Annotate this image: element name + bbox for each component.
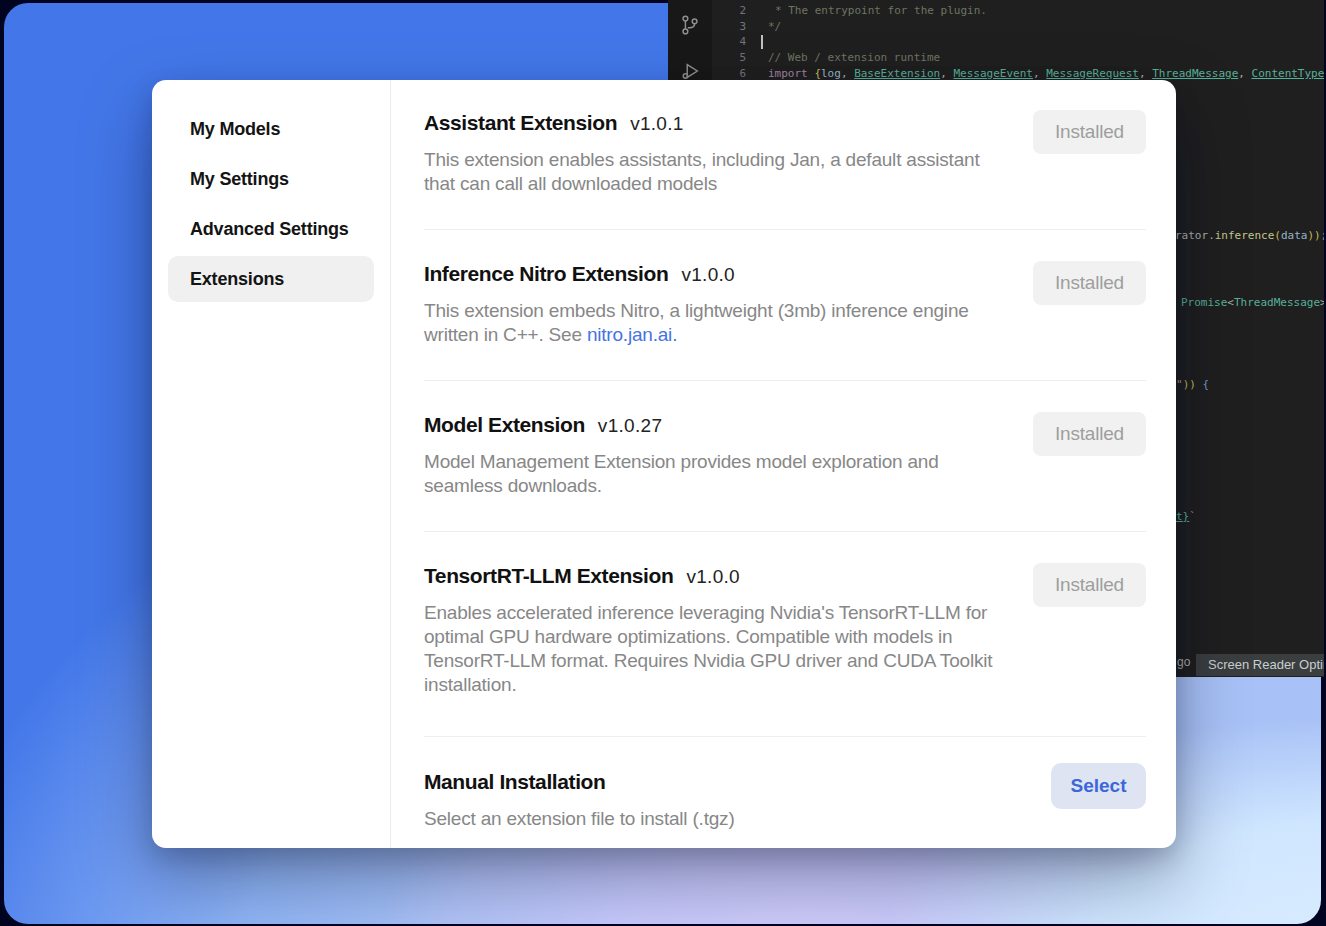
- line-number: 2: [668, 3, 746, 19]
- extension-version: v1.0.0: [681, 264, 735, 285]
- extension-version: v1.0.27: [598, 415, 662, 436]
- extension-title: Manual Installation: [424, 770, 605, 793]
- keyword-import: import: [768, 67, 808, 80]
- extensions-list: Assistant Extension v1.0.1 This extension…: [391, 80, 1176, 848]
- comment-text: // Web / extension runtime: [768, 51, 940, 64]
- extension-description: Enables accelerated inference leveraging…: [424, 601, 1014, 697]
- line-number: 5: [668, 50, 746, 66]
- extension-title: Inference Nitro Extension: [424, 262, 668, 285]
- extension-title-line: Assistant Extension v1.0.1: [424, 112, 1014, 134]
- sidebar-item-advanced-settings[interactable]: Advanced Settings: [168, 206, 374, 252]
- extension-title: TensortRT-LLM Extension: [424, 564, 673, 587]
- extension-title: Model Extension: [424, 413, 585, 436]
- comment-text: */: [768, 20, 781, 33]
- installed-button-model[interactable]: Installed: [1033, 412, 1146, 456]
- code-line-2: * The entrypoint for the plugin.: [775, 3, 987, 19]
- settings-modal: My Models My Settings Advanced Settings …: [152, 80, 1176, 848]
- extension-title: Assistant Extension: [424, 111, 617, 134]
- extension-description: This extension embeds Nitro, a lightweig…: [424, 299, 1014, 347]
- settings-sidebar: My Models My Settings Advanced Settings …: [152, 80, 391, 848]
- extension-title-line: TensortRT-LLM Extension v1.0.0: [424, 565, 1014, 587]
- text-cursor: [761, 35, 763, 49]
- extension-row-nitro: Inference Nitro Extension v1.0.0 This ext…: [424, 230, 1146, 381]
- extension-description: Model Management Extension provides mode…: [424, 450, 1014, 498]
- sidebar-item-my-models[interactable]: My Models: [168, 106, 374, 152]
- extension-row-tensorrt: TensortRT-LLM Extension v1.0.0 Enables ac…: [424, 532, 1146, 737]
- installed-button-nitro[interactable]: Installed: [1033, 261, 1146, 305]
- code-fragment-inference: rator.inference(data));: [1175, 228, 1324, 244]
- extension-row-assistant: Assistant Extension v1.0.1 This extension…: [424, 112, 1146, 230]
- extension-description: Select an extension file to install (.tg…: [424, 807, 1014, 831]
- comment-text: * The entrypoint for the plugin.: [775, 4, 987, 17]
- code-fragment-promise: Promise<ThreadMessage>: [1181, 295, 1324, 311]
- screen-reader-badge[interactable]: Screen Reader Optimize: [1196, 654, 1324, 676]
- sidebar-item-extensions[interactable]: Extensions: [168, 256, 374, 302]
- sidebar-item-my-settings[interactable]: My Settings: [168, 156, 374, 202]
- status-text: go: [1177, 655, 1190, 669]
- code-line-5: // Web / extension runtime: [768, 50, 940, 66]
- extension-version: v1.0.1: [630, 113, 684, 134]
- installed-button-assistant[interactable]: Installed: [1033, 110, 1146, 154]
- nitro-link[interactable]: nitro.jan.ai.: [587, 324, 677, 345]
- select-button[interactable]: Select: [1051, 763, 1146, 809]
- extension-title-line: Manual Installation: [424, 771, 1014, 793]
- extension-row-manual-install: Manual Installation Select an extension …: [424, 737, 1146, 864]
- line-number: 4: [668, 34, 746, 50]
- code-fragment-braces: ")) {: [1176, 377, 1209, 393]
- extension-description: This extension enables assistants, inclu…: [424, 148, 1014, 196]
- code-fragment-template: t}`: [1176, 509, 1196, 525]
- extension-title-line: Model Extension v1.0.27: [424, 414, 1014, 436]
- installed-button-tensorrt[interactable]: Installed: [1033, 563, 1146, 607]
- line-number: 3: [668, 19, 746, 35]
- code-line-3: */: [768, 19, 781, 35]
- extension-title-line: Inference Nitro Extension v1.0.0: [424, 263, 1014, 285]
- extension-row-model: Model Extension v1.0.27 Model Management …: [424, 381, 1146, 532]
- extension-version: v1.0.0: [686, 566, 740, 587]
